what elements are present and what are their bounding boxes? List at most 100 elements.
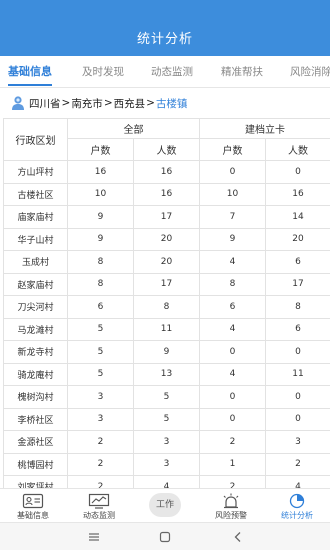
registered-households-cell: 0 <box>199 160 266 184</box>
all-people-cell: 16 <box>133 182 200 206</box>
registered-households-cell: 7 <box>199 205 266 229</box>
registered-households-cell: 4 <box>199 362 266 386</box>
statistics-table: 行政区划 全部 建档立卡 户数 人数 户数 人数 方山坪村 16 16 0 0 古楼社区 1… <box>3 118 330 499</box>
column-header-region: 行政区划 <box>3 118 68 161</box>
nav-work-label: 工作 <box>155 500 174 510</box>
nav-risk-warning[interactable]: 风险预警 <box>198 489 264 523</box>
table-row[interactable]: 李桥社区 3 5 0 0 <box>3 407 330 431</box>
registered-households-cell: 0 <box>199 407 266 431</box>
registered-households-cell: 4 <box>199 317 266 341</box>
all-households-cell: 6 <box>67 295 134 319</box>
registered-households-cell: 1 <box>199 452 266 476</box>
region-cell: 玉成村 <box>3 250 68 274</box>
table-row[interactable]: 刀尖河村 6 8 6 8 <box>3 295 330 319</box>
breadcrumb-separator: > <box>61 97 71 109</box>
table-row[interactable]: 玉成村 8 20 4 6 <box>3 250 330 274</box>
id-card-icon <box>22 493 44 509</box>
table-row[interactable]: 金源社区 2 3 2 3 <box>3 430 330 454</box>
table-row[interactable]: 庙家庙村 9 17 7 14 <box>3 205 330 229</box>
region-cell: 槐树沟村 <box>3 385 68 409</box>
table-row[interactable]: 古楼社区 10 16 10 16 <box>3 182 330 206</box>
location-breadcrumb: 四川省 > 南充市 > 西充县 > 古楼镇 <box>0 88 330 118</box>
registered-people-cell: 6 <box>265 250 330 274</box>
tab-dynamic-monitoring[interactable]: 动态监测 <box>151 56 193 87</box>
all-people-cell: 3 <box>133 452 200 476</box>
all-people-cell: 11 <box>133 317 200 341</box>
registered-people-cell: 8 <box>265 295 330 319</box>
table-row[interactable]: 桃博园村 2 3 1 2 <box>3 452 330 476</box>
registered-households-cell: 4 <box>199 250 266 274</box>
home-icon[interactable] <box>159 531 171 543</box>
table-row[interactable]: 华子山村 9 20 9 20 <box>3 227 330 251</box>
nav-dynamic-monitoring[interactable]: 动态监测 <box>66 489 132 523</box>
all-households-cell: 2 <box>67 430 134 454</box>
registered-households-cell: 8 <box>199 272 266 296</box>
all-households-cell: 5 <box>67 362 134 386</box>
all-people-cell: 5 <box>133 407 200 431</box>
region-cell: 方山坪村 <box>3 160 68 184</box>
column-header-registered-households: 户数 <box>199 138 266 161</box>
all-households-cell: 3 <box>67 385 134 409</box>
breadcrumb-town: 古楼镇 <box>155 97 188 110</box>
registered-people-cell: 11 <box>265 362 330 386</box>
menu-icon[interactable] <box>88 532 100 542</box>
table-row[interactable]: 骑龙庵村 5 13 4 11 <box>3 362 330 386</box>
tab-risk-elimination[interactable]: 风险消除 <box>290 56 330 87</box>
page-title: 统计分析 <box>136 32 193 47</box>
table-row[interactable]: 新龙寺村 5 9 0 0 <box>3 340 330 364</box>
region-cell: 庙家庙村 <box>3 205 68 229</box>
user-location-icon <box>12 96 24 110</box>
breadcrumb-county[interactable]: 西充县 <box>114 96 146 111</box>
registered-households-cell: 6 <box>199 295 266 319</box>
region-cell: 马龙滩村 <box>3 317 68 341</box>
registered-people-cell: 14 <box>265 205 330 229</box>
registered-households-cell: 9 <box>199 227 266 251</box>
table-row[interactable]: 方山坪村 16 16 0 0 <box>3 160 330 184</box>
all-households-cell: 16 <box>67 160 134 184</box>
registered-people-cell: 2 <box>265 452 330 476</box>
nav-work-button[interactable]: 工作 <box>149 493 181 517</box>
nav-statistics[interactable]: 统计分析 <box>264 489 330 523</box>
back-icon[interactable] <box>233 531 243 543</box>
all-people-cell: 20 <box>133 227 200 251</box>
breadcrumb-province[interactable]: 四川省 <box>29 96 61 111</box>
app-header: 统计分析 <box>0 0 330 56</box>
nav-basic-info-label: 基础信息 <box>17 511 49 520</box>
all-households-cell: 8 <box>67 250 134 274</box>
breadcrumb-city[interactable]: 南充市 <box>71 96 103 111</box>
registered-people-cell: 0 <box>265 160 330 184</box>
system-navigation-bar <box>0 522 330 550</box>
nav-dynamic-monitoring-label: 动态监测 <box>83 511 115 520</box>
breadcrumb-separator: > <box>146 97 155 109</box>
registered-households-cell: 10 <box>199 182 266 206</box>
nav-risk-warning-label: 风险预警 <box>215 511 247 520</box>
tab-basic-info[interactable]: 基础信息 <box>8 56 52 87</box>
table-row[interactable]: 赵家庙村 8 17 8 17 <box>3 272 330 296</box>
column-group-registered: 建档立卡 <box>199 118 330 139</box>
tab-precise-assistance[interactable]: 精准帮扶 <box>221 56 263 87</box>
region-cell: 李桥社区 <box>3 407 68 431</box>
nav-statistics-label: 统计分析 <box>281 511 313 520</box>
all-people-cell: 5 <box>133 385 200 409</box>
region-cell: 桃博园村 <box>3 452 68 476</box>
all-people-cell: 17 <box>133 205 200 229</box>
column-header-registered-people: 人数 <box>265 138 330 161</box>
all-households-cell: 5 <box>67 317 134 341</box>
line-chart-icon <box>88 493 110 509</box>
all-households-cell: 3 <box>67 407 134 431</box>
column-header-all-households: 户数 <box>67 138 134 161</box>
registered-people-cell: 0 <box>265 407 330 431</box>
all-people-cell: 20 <box>133 250 200 274</box>
region-cell: 华子山村 <box>3 227 68 251</box>
tab-bar: 基础信息 及时发现 动态监测 精准帮扶 风险消除 <box>0 56 330 88</box>
all-people-cell: 8 <box>133 295 200 319</box>
region-cell: 赵家庙村 <box>3 272 68 296</box>
registered-people-cell: 6 <box>265 317 330 341</box>
column-group-all: 全部 <box>67 118 200 139</box>
tab-timely-discovery[interactable]: 及时发现 <box>82 56 124 87</box>
all-households-cell: 5 <box>67 340 134 364</box>
all-people-cell: 13 <box>133 362 200 386</box>
table-row[interactable]: 槐树沟村 3 5 0 0 <box>3 385 330 409</box>
table-row[interactable]: 马龙滩村 5 11 4 6 <box>3 317 330 341</box>
nav-basic-info[interactable]: 基础信息 <box>0 489 66 523</box>
